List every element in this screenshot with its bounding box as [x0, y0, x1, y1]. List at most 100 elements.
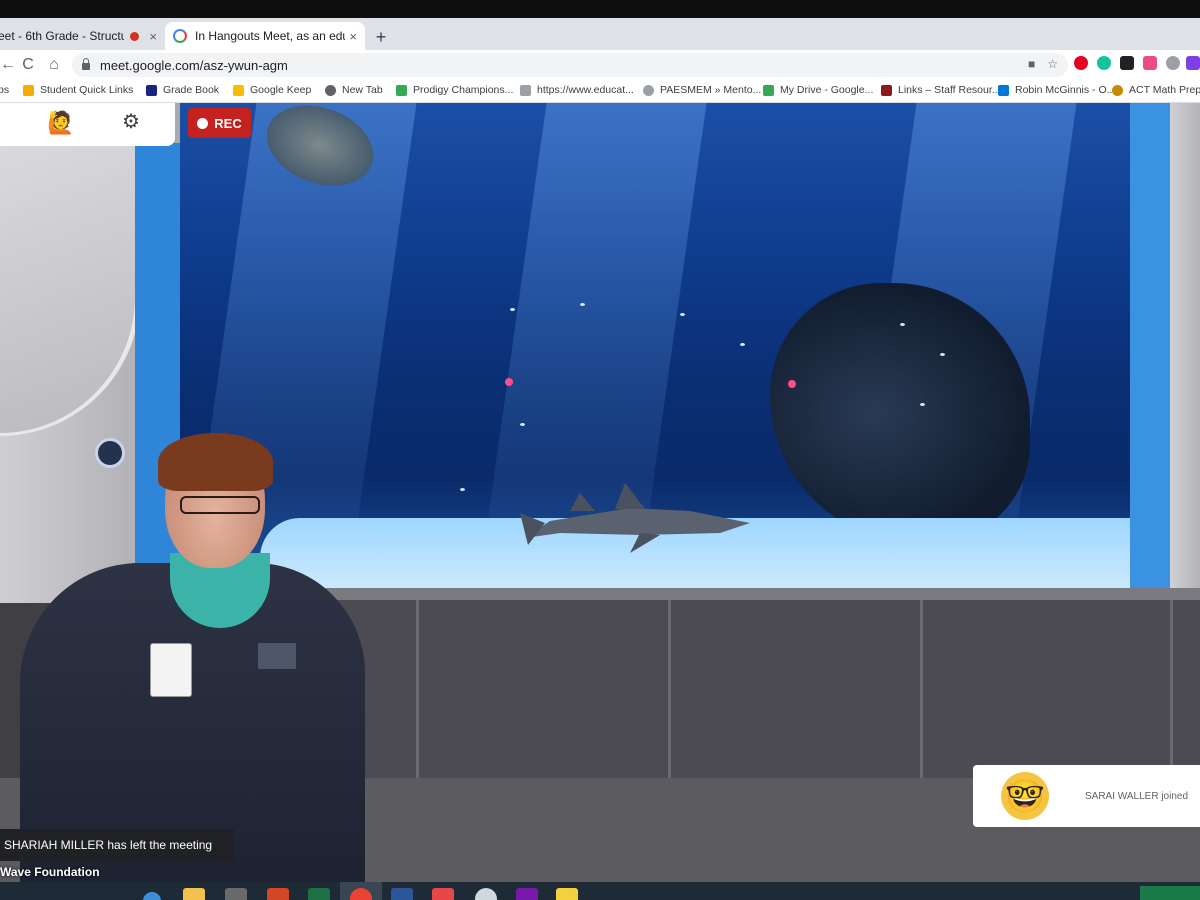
taskbar	[0, 882, 1200, 900]
shark	[520, 483, 750, 553]
fish	[740, 343, 745, 346]
word-icon[interactable]	[391, 888, 413, 900]
jacket-logo	[258, 643, 296, 669]
pinterest-extension-icon[interactable]	[1074, 56, 1088, 70]
bookmark-label: New Tab	[342, 84, 383, 96]
weather-icon[interactable]	[475, 888, 497, 900]
reload-button[interactable]: C	[18, 55, 38, 75]
fish	[510, 308, 515, 311]
keep-icon	[233, 84, 244, 96]
record-icon	[197, 117, 209, 129]
staff-icon	[881, 84, 892, 96]
gear-icon[interactable]: ⚙	[122, 109, 140, 135]
bookmarks-bar: ps Student Quick Links Grade Book Google…	[0, 80, 1200, 103]
browser-toolbar: ← C ⌂ meet.google.com/asz-ywun-agm ■ ☆	[0, 50, 1200, 80]
store-icon[interactable]	[225, 888, 247, 900]
screen: eet - 6th Grade - Structure × In Hangout…	[0, 18, 1200, 900]
bookmark-my-drive[interactable]: My Drive - Google...	[763, 84, 873, 96]
globe-icon	[325, 84, 336, 96]
outlook-icon	[998, 84, 1009, 96]
tank-frame-right	[1125, 103, 1170, 588]
bookmark-google-keep[interactable]: Google Keep	[233, 84, 311, 96]
bookmark-label: Google Keep	[250, 84, 312, 96]
camera-icon[interactable]: ■	[1028, 57, 1035, 71]
lock-icon	[82, 58, 90, 70]
participant-joined-toast: 🤓 SARAI WALLER joined	[973, 765, 1200, 827]
fish	[920, 403, 925, 406]
hat-icon	[146, 84, 157, 96]
fish	[788, 380, 796, 388]
bookmark-act-math-prep[interactable]: ACT Math Prep | G	[1112, 84, 1200, 96]
panel-seam	[416, 600, 419, 780]
close-icon[interactable]: ×	[349, 29, 357, 44]
bookmark-label: ACT Math Prep | G	[1129, 84, 1200, 96]
bookmark-paesmem[interactable]: PAESMEM » Mento...	[643, 84, 761, 96]
fish	[505, 378, 513, 386]
bookmark-grade-book[interactable]: Grade Book	[146, 84, 219, 96]
toast-text: SHARIAH MILLER has left the meeting	[4, 838, 213, 852]
toast-text: SARAI WALLER joined	[1085, 790, 1189, 802]
file-explorer-icon[interactable]	[183, 888, 205, 900]
avatar: 🤓	[1001, 772, 1049, 820]
bookmark-label: Prodigy Champions...	[413, 84, 514, 96]
raise-hand-icon[interactable]: 🙋	[47, 110, 74, 136]
search-icon[interactable]	[143, 892, 161, 900]
powerpoint-icon[interactable]	[267, 888, 289, 900]
link-icon	[520, 84, 531, 96]
bookmark-label: My Drive - Google...	[780, 84, 874, 96]
presenter-glasses	[180, 496, 260, 514]
bookmark-label: Student Quick Links	[40, 84, 134, 96]
bookmark-student-quick-links[interactable]: Student Quick Links	[23, 84, 133, 96]
new-tab-button[interactable]: +	[370, 26, 392, 48]
bookmark-label: Robin McGinnis - O...	[1015, 84, 1116, 96]
rec-label: REC	[214, 115, 242, 131]
url-text: meet.google.com/asz-ywun-agm	[100, 57, 288, 73]
bookmark-apps[interactable]: ps	[0, 84, 9, 96]
excel-icon[interactable]	[308, 888, 330, 900]
close-icon[interactable]: ×	[149, 29, 157, 44]
fish	[900, 323, 905, 326]
people-icon[interactable]	[432, 888, 454, 900]
panel-wall	[320, 600, 1200, 780]
extension-icon[interactable]	[1120, 56, 1134, 70]
panel-seam	[920, 600, 923, 780]
bell-icon	[643, 84, 654, 96]
screencast-extension-icon[interactable]	[1143, 56, 1157, 70]
back-button[interactable]: ←	[0, 55, 18, 75]
drive-icon	[763, 84, 774, 96]
self-view-panel: 🙋 ⚙	[0, 103, 175, 146]
bookmark-label: Links – Staff Resour...	[898, 84, 1001, 96]
app-icon[interactable]	[556, 888, 578, 900]
bookmark-educat[interactable]: https://www.educat...	[520, 84, 634, 96]
tab-hangouts-article[interactable]: In Hangouts Meet, as an educato ×	[165, 22, 365, 50]
wall-right	[1165, 103, 1200, 603]
grammarly-extension-icon[interactable]	[1097, 56, 1111, 70]
google-favicon-icon	[173, 29, 187, 43]
bookmark-staff-resources[interactable]: Links – Staff Resour...	[881, 84, 1001, 96]
tab-meet[interactable]: eet - 6th Grade - Structure ×	[0, 22, 165, 50]
recording-badge: REC	[188, 108, 251, 138]
bookmark-star-icon[interactable]: ☆	[1047, 57, 1058, 71]
panel-seam	[1170, 600, 1173, 780]
tab-title: eet - 6th Grade - Structure	[0, 29, 125, 43]
bookmark-prodigy[interactable]: Prodigy Champions...	[396, 84, 513, 96]
bookmark-label: PAESMEM » Mento...	[660, 84, 762, 96]
bookmark-label: Grade Book	[163, 84, 220, 96]
extension-icon[interactable]	[1186, 56, 1200, 70]
fish	[680, 313, 685, 316]
participant-left-toast: SHARIAH MILLER has left the meeting	[0, 829, 234, 861]
extension-icon[interactable]	[1166, 56, 1180, 70]
presenter-hair	[158, 433, 273, 491]
folder-icon	[23, 84, 34, 96]
bookmark-outlook[interactable]: Robin McGinnis - O...	[998, 84, 1115, 96]
home-button[interactable]: ⌂	[44, 55, 64, 75]
fish	[940, 353, 945, 356]
onenote-icon[interactable]	[516, 888, 538, 900]
prodigy-icon	[396, 84, 407, 96]
arch-decoration	[0, 133, 140, 436]
address-bar[interactable]: meet.google.com/asz-ywun-agm ■ ☆	[72, 53, 1068, 77]
tab-strip: eet - 6th Grade - Structure × In Hangout…	[0, 18, 1200, 50]
bookmark-new-tab[interactable]: New Tab	[325, 84, 383, 96]
recording-indicator-icon	[130, 31, 140, 41]
omnibox-actions: ■ ☆	[1028, 57, 1058, 71]
